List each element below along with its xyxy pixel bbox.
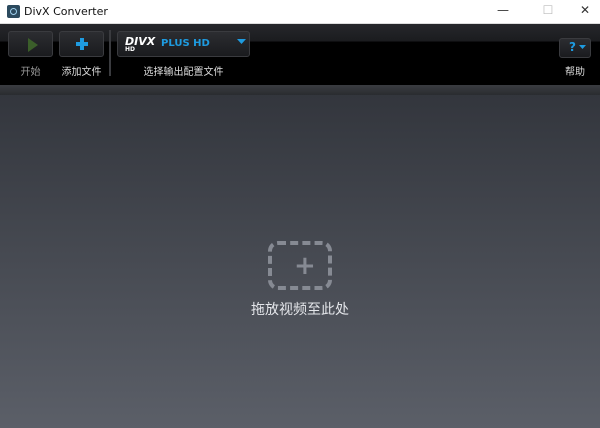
window-title: DivX Converter bbox=[24, 5, 108, 18]
chevron-down-icon bbox=[579, 45, 586, 49]
help-icon: ? bbox=[569, 40, 576, 54]
plus-icon: + bbox=[294, 251, 316, 281]
divx-logo-sub: HD bbox=[125, 46, 136, 53]
profile-dropdown[interactable]: DIVX HD PLUS HD bbox=[117, 31, 250, 57]
toolbar-divider bbox=[0, 85, 600, 95]
chevron-down-icon bbox=[237, 39, 246, 44]
title-bar: DivX Converter — ☐ ✕ bbox=[0, 0, 600, 24]
add-file-label: 添加文件 bbox=[61, 67, 102, 78]
toolbar-separator bbox=[109, 30, 111, 76]
add-file-button[interactable] bbox=[59, 31, 104, 57]
close-button[interactable]: ✕ bbox=[570, 3, 600, 17]
start-label: 开始 bbox=[20, 67, 41, 78]
profile-label: 选择输出配置文件 bbox=[143, 67, 224, 78]
plus-icon bbox=[76, 38, 88, 50]
play-icon bbox=[28, 38, 38, 52]
maximize-button[interactable]: ☐ bbox=[533, 3, 563, 17]
start-button[interactable] bbox=[8, 31, 53, 57]
drop-hint: 拖放视频至此处 bbox=[251, 302, 349, 318]
add-video-drop-icon[interactable]: + bbox=[268, 241, 332, 290]
help-label: 帮助 bbox=[565, 67, 585, 78]
app-icon bbox=[7, 5, 20, 18]
toolbar: 开始 添加文件 DIVX HD PLUS HD 选择输出配置文件 ? 帮助 bbox=[0, 24, 600, 85]
profile-value: PLUS HD bbox=[161, 38, 210, 49]
drop-area[interactable]: + 拖放视频至此处 bbox=[0, 95, 600, 428]
minimize-button[interactable]: — bbox=[488, 3, 518, 17]
help-button[interactable]: ? bbox=[559, 38, 591, 58]
